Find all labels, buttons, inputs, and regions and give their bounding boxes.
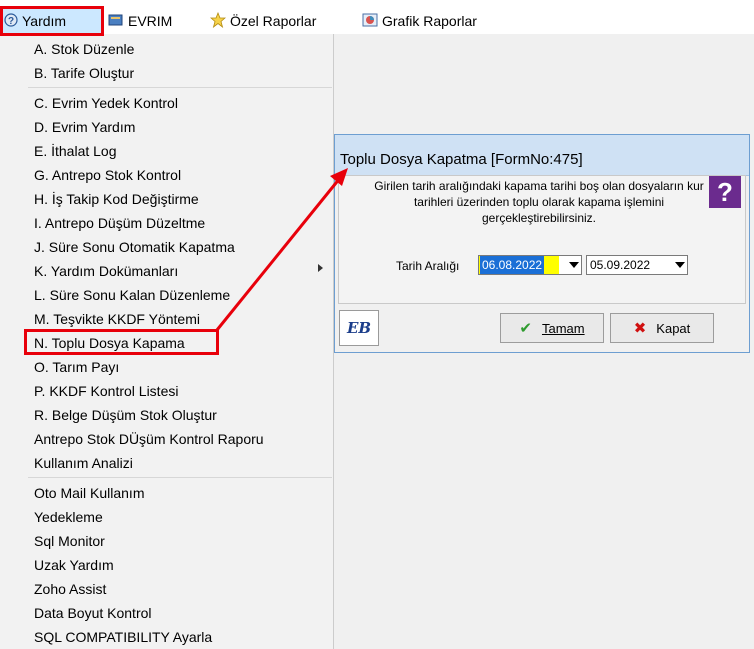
ok-button-label: Tamam [541,320,585,336]
menu-item-zoho-assist[interactable]: Zoho Assist [34,577,106,601]
checkmark-icon: ✔ [519,320,532,337]
menu-item-kullanim-analizi[interactable]: Kullanım Analizi [34,451,133,475]
menu-item-belge-dusum-stok[interactable]: R. Belge Düşüm Stok Oluştur [34,403,217,427]
menu-separator [28,477,332,478]
chevron-down-icon[interactable] [675,262,685,268]
menu-bar: ? Yardım EVRIM Özel Raporlar Grafik Rapo… [0,8,754,35]
menu-item-sure-sonu-otomatik[interactable]: J. Süre Sonu Otomatik Kapatma [34,235,235,259]
menu-item-sql-compatibility[interactable]: SQL COMPATIBILITY Ayarla [34,625,212,649]
highlight-box-yardim [0,6,104,36]
menu-ozel-raporlar[interactable]: Özel Raporlar [209,8,317,34]
end-date-combobox[interactable]: 05.09.2022 [586,255,688,275]
ok-button[interactable]: ✔ Tamam [500,313,604,343]
menu-ozel-label: Özel Raporlar [230,13,317,29]
menu-item-tarife-olustur[interactable]: B. Tarife Oluştur [34,61,134,85]
menu-item-is-takip-kod[interactable]: H. İş Takip Kod Değiştirme [34,187,199,211]
start-date-value: 06.08.2022 [480,256,545,274]
menu-grafik-raporlar[interactable]: Grafik Raporlar [362,8,477,34]
end-date-value: 05.09.2022 [590,258,651,272]
menu-item-kkdf-kontrol-listesi[interactable]: P. KKDF Kontrol Listesi [34,379,178,403]
submenu-arrow-icon [318,264,323,272]
menu-item-uzak-yardim[interactable]: Uzak Yardım [34,553,114,577]
menu-item-tarim-payi[interactable]: O. Tarım Payı [34,355,119,379]
menu-item-evrim-yedek-kontrol[interactable]: C. Evrim Yedek Kontrol [34,91,178,115]
menu-item-ithalat-log[interactable]: E. İthalat Log [34,139,117,163]
menu-item-sure-sonu-kalan[interactable]: L. Süre Sonu Kalan Düzenleme [34,283,230,307]
date-range-label: Tarih Aralığı [396,259,460,273]
close-button[interactable]: ✖ Kapat [610,313,714,343]
menu-evrim-label: EVRIM [128,13,173,29]
menu-item-oto-mail[interactable]: Oto Mail Kullanım [34,481,144,505]
menu-separator [28,87,332,88]
close-icon: ✖ [633,320,647,337]
menu-item-stok-duzenle[interactable]: A. Stok Düzenle [34,37,134,61]
menu-evrim[interactable]: EVRIM [108,8,172,34]
start-date-combobox[interactable]: 06.08.2022 [478,255,582,275]
dialog-title-bar[interactable]: Toplu Dosya Kapatma [FormNo:475] [335,135,749,176]
dialog-body: Girilen tarih aralığındaki kapama tarihi… [338,175,746,304]
close-button-label: Kapat [656,320,691,336]
star-icon [209,11,227,31]
chevron-down-icon [569,262,579,268]
eb-logo-icon[interactable]: EB [339,310,379,346]
menu-item-antrepo-dusum-duzeltme[interactable]: I. Antrepo Düşüm Düzeltme [34,211,205,235]
menu-item-evrim-yardim[interactable]: D. Evrim Yardım [34,115,135,139]
menu-item-yardim-dokumanlari[interactable]: K. Yardım Dokümanları [34,259,178,283]
highlight-box-toplu-dosya [24,329,219,355]
menu-item-data-boyut-kontrol[interactable]: Data Boyut Kontrol [34,601,152,625]
menu-grafik-label: Grafik Raporlar [382,13,477,29]
start-date-dropdown-button[interactable] [559,256,581,274]
chart-icon [362,13,378,30]
menu-item-antrepo-stok-kontrol[interactable]: G. Antrepo Stok Kontrol [34,163,181,187]
menu-item-antrepo-stok-dusum-raporu[interactable]: Antrepo Stok DÜşüm Kontrol Raporu [34,427,264,451]
dialog-title: Toplu Dosya Kapatma [FormNo:475] [340,151,583,168]
dialog-description: Girilen tarih aralığındaki kapama tarihi… [374,179,704,225]
menu-item-yedekleme[interactable]: Yedekleme [34,505,103,529]
book-icon [108,13,124,30]
question-icon[interactable]: ? [709,176,741,208]
menu-item-tesvikte-kkdf[interactable]: M. Teşvikte KKDF Yöntemi [34,307,200,331]
menu-item-sql-monitor[interactable]: Sql Monitor [34,529,105,553]
toplu-dosya-kapatma-dialog: Toplu Dosya Kapatma [FormNo:475] Girilen… [334,134,750,353]
